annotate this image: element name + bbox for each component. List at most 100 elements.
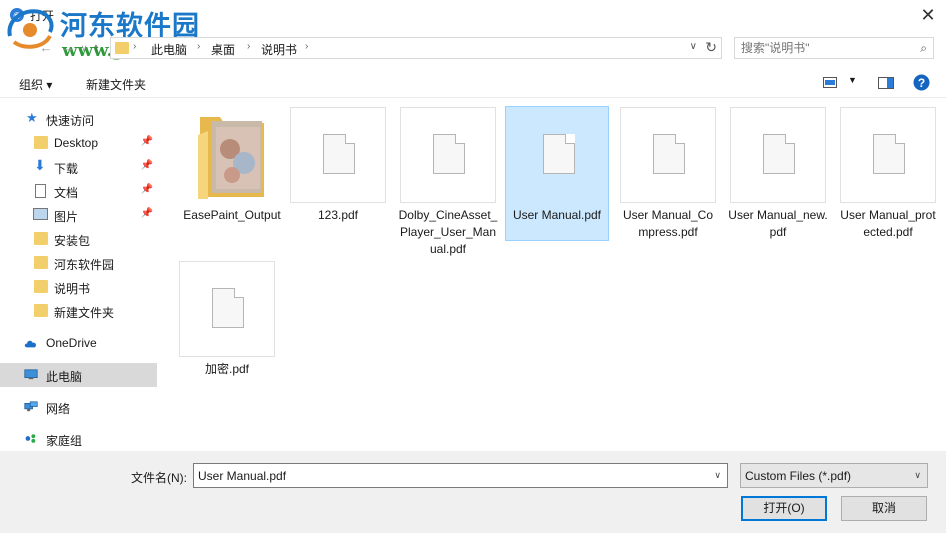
sidebar-item-this-pc[interactable]: 此电脑 <box>0 363 157 387</box>
forward-arrow-icon: → <box>61 40 75 55</box>
star-icon: ★ <box>26 110 38 125</box>
navigation-row: ← → ∨ ↑ › 此电脑 › 桌面 › 说明书 › ∨ ↻ ⌕ <box>0 34 946 62</box>
pin-icon: 📌 <box>140 208 153 219</box>
document-icon <box>35 184 46 198</box>
folder-icon <box>34 304 48 317</box>
document-icon <box>212 288 244 328</box>
up-button[interactable]: ↑ <box>86 39 106 57</box>
refresh-icon[interactable]: ↻ <box>705 39 717 56</box>
download-icon: ⬇ <box>34 157 46 173</box>
close-button[interactable]: ✕ <box>910 0 946 30</box>
file-name: User Manual_protected.pdf <box>840 208 936 239</box>
sidebar-item-label: 文档 <box>54 186 79 200</box>
file-item-pdf[interactable]: 123.pdf <box>286 107 390 224</box>
pdf-thumbnail <box>730 107 826 203</box>
sidebar-item-label: 新建文件夹 <box>54 306 115 320</box>
file-item-pdf[interactable]: User Manual_Compress.pdf <box>616 107 720 241</box>
filename-label: 文件名(N): <box>131 471 187 485</box>
document-icon <box>323 134 355 174</box>
folder-icon <box>34 136 48 149</box>
file-name: User Manual.pdf <box>512 208 602 222</box>
organize-menu[interactable]: 组织 ▾ <box>19 76 52 93</box>
pdf-thumbnail <box>840 107 936 203</box>
filetype-value: Custom Files (*.pdf) <box>745 469 852 483</box>
file-list: EasePaint_Output 123.pdf Dolby_CineAsset… <box>160 99 946 451</box>
sidebar-item-label: 图片 <box>54 210 79 224</box>
breadcrumb-desktop[interactable]: 桌面 <box>211 41 235 58</box>
sidebar-item-label: OneDrive <box>46 336 97 350</box>
search-icon[interactable]: ⌕ <box>920 41 927 56</box>
navigation-pane: ★ 快速访问 Desktop 📌 ⬇ 下载 📌 文档 📌 图片 📌 安装包 河东… <box>0 99 160 451</box>
new-folder-button[interactable]: 新建文件夹 <box>86 76 146 93</box>
pdf-thumbnail <box>620 107 716 203</box>
cloud-icon <box>24 340 37 348</box>
open-button[interactable]: 打开(O) <box>741 496 827 521</box>
file-item-pdf[interactable]: User Manual_new.pdf <box>726 107 830 241</box>
file-item-pdf-selected[interactable]: User Manual.pdf <box>505 106 609 241</box>
sidebar-item-installers[interactable]: 安装包 <box>0 227 157 251</box>
sidebar-item-pictures[interactable]: 图片 📌 <box>0 203 157 227</box>
sidebar-item-label: 家庭组 <box>46 434 83 448</box>
address-dropdown-icon[interactable]: ∨ <box>690 41 697 52</box>
file-name: EasePaint_Output <box>183 208 281 222</box>
pdf-thumbnail <box>400 107 496 203</box>
sidebar-item-label: 网络 <box>46 402 71 416</box>
chevron-down-icon[interactable]: ∨ <box>714 470 721 481</box>
document-icon <box>433 134 465 174</box>
sidebar-item-new-folder[interactable]: 新建文件夹 <box>0 299 157 323</box>
filename-combobox[interactable]: ∨ <box>193 463 728 488</box>
document-icon <box>543 134 575 174</box>
sidebar-item-label: 安装包 <box>54 234 91 248</box>
dialog-footer: 文件名(N): ∨ Custom Files (*.pdf) ∨ 打开(O) 取… <box>0 451 946 533</box>
network-icon <box>24 401 38 412</box>
file-item-pdf[interactable]: 加密.pdf <box>175 261 279 378</box>
help-icon[interactable]: ? <box>913 74 930 91</box>
sidebar-item-desktop[interactable]: Desktop 📌 <box>0 131 157 155</box>
breadcrumb-manuals[interactable]: 说明书 <box>261 41 297 58</box>
document-icon <box>653 134 685 174</box>
address-bar[interactable]: › 此电脑 › 桌面 › 说明书 › ∨ ↻ <box>110 37 722 59</box>
pin-icon: 📌 <box>140 184 153 195</box>
cancel-button[interactable]: 取消 <box>841 496 927 521</box>
document-icon <box>873 134 905 174</box>
back-button[interactable]: ← <box>36 39 56 57</box>
sidebar-item-quick-access[interactable]: ★ 快速访问 <box>0 107 157 131</box>
pin-icon: 📌 <box>140 136 153 147</box>
chevron-down-icon: ∨ <box>914 470 921 480</box>
folder-icon <box>34 280 48 293</box>
pictures-icon <box>33 208 48 220</box>
search-box[interactable]: ⌕ <box>734 37 934 59</box>
view-options-icon[interactable] <box>823 77 837 88</box>
breadcrumb-this-pc[interactable]: 此电脑 <box>151 41 187 58</box>
pdf-thumbnail <box>510 107 606 203</box>
preview-pane-icon[interactable] <box>878 77 894 89</box>
file-name: 加密.pdf <box>204 362 250 376</box>
file-item-pdf[interactable]: Dolby_CineAsset_Player_User_Manual.pdf <box>396 107 500 258</box>
computer-icon <box>24 369 38 380</box>
back-arrow-icon: ← <box>39 40 53 55</box>
filetype-select[interactable]: Custom Files (*.pdf) ∨ <box>740 463 928 488</box>
document-icon <box>763 134 795 174</box>
sidebar-item-label: 此电脑 <box>46 370 83 384</box>
file-name: Dolby_CineAsset_Player_User_Manual.pdf <box>398 208 498 256</box>
search-input[interactable] <box>735 38 905 58</box>
file-name: User Manual_Compress.pdf <box>622 208 714 239</box>
file-item-pdf[interactable]: User Manual_protected.pdf <box>836 107 940 241</box>
sidebar-item-label: 河东软件园 <box>54 258 115 272</box>
sidebar-item-downloads[interactable]: ⬇ 下载 📌 <box>0 155 157 179</box>
sidebar-item-documents[interactable]: 文档 📌 <box>0 179 157 203</box>
sidebar-item-hedong[interactable]: 河东软件园 <box>0 251 157 275</box>
sidebar-item-homegroup[interactable]: 家庭组 <box>0 427 157 451</box>
breadcrumb-separator: › <box>247 41 251 52</box>
folder-icon <box>34 256 48 269</box>
view-dropdown-icon[interactable]: ▼ <box>848 75 857 85</box>
folder-icon <box>34 232 48 245</box>
filename-input[interactable] <box>194 464 704 487</box>
sidebar-item-manuals[interactable]: 说明书 <box>0 275 157 299</box>
sidebar-item-onedrive[interactable]: OneDrive <box>0 331 157 355</box>
svg-text:?: ? <box>918 76 925 90</box>
pin-icon: 📌 <box>140 160 153 171</box>
sidebar-item-network[interactable]: 网络 <box>0 395 157 419</box>
file-item-folder[interactable]: EasePaint_Output <box>180 107 284 224</box>
file-name: 123.pdf <box>317 208 359 222</box>
